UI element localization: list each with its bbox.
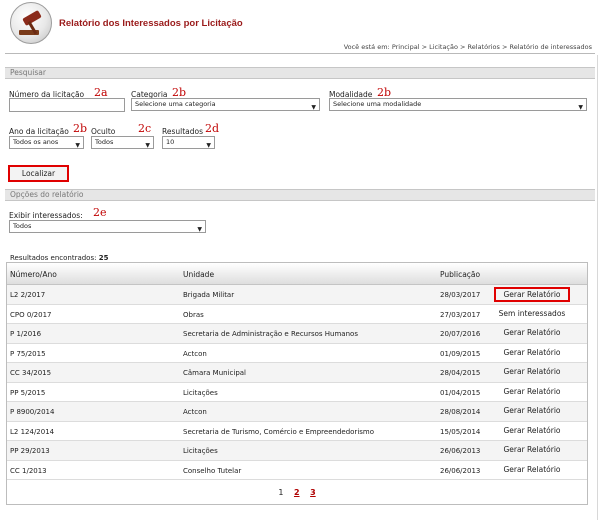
localizar-button[interactable]: Localizar <box>8 165 69 182</box>
cell-numero-ano: L2 2/2017 <box>10 291 46 299</box>
cell-unidade: Licitações <box>183 388 218 397</box>
cell-unidade: Obras <box>183 310 204 319</box>
cell-unidade: Secretaria de Administração e Recursos H… <box>183 330 358 338</box>
table-row: L2 2/2017 Brigada Militar 28/03/2017 Gerar … <box>7 285 587 305</box>
options-section-title: Opções do relatório <box>5 189 595 201</box>
chevron-down-icon: ▼ <box>578 104 583 111</box>
table-row: PP 29/2013 Licitações 26/06/2013 Gerar Rela… <box>7 441 587 461</box>
annotation-2d: 2d <box>205 122 220 135</box>
categoria-select[interactable]: Selecione uma categoria ▼ <box>131 98 320 111</box>
gerar-relatorio-button[interactable]: Gerar Relatório <box>494 365 570 380</box>
cell-publicacao: 28/08/2014 <box>440 408 481 416</box>
table-row: P 8900/2014 Actcon 28/08/2014 Gerar Relatór… <box>7 402 587 422</box>
gerar-relatorio-button[interactable]: Gerar Relatório <box>494 463 570 478</box>
gerar-relatorio-button[interactable]: Gerar Relatório <box>494 326 570 341</box>
scrollbar-track <box>597 55 598 520</box>
table-row: P 75/2015 Actcon 01/09/2015 Gerar Relatório <box>7 344 587 363</box>
numero-input[interactable] <box>9 98 125 112</box>
cell-publicacao: 28/03/2017 <box>440 291 481 299</box>
cell-numero-ano: L2 124/2014 <box>10 427 55 436</box>
gerar-relatorio-button[interactable]: Gerar Relatório <box>494 424 570 439</box>
column-publicacao: Publicação <box>440 270 481 279</box>
page-2-link[interactable]: 2 <box>294 488 300 497</box>
chevron-down-icon: ▼ <box>75 142 80 149</box>
chevron-down-icon: ▼ <box>197 226 202 233</box>
exibir-label: Exibir interessados: <box>9 211 83 220</box>
results-count-value: 25 <box>98 254 109 262</box>
page-3-link[interactable]: 3 <box>310 488 316 497</box>
pagination: 1 2 3 <box>7 488 587 497</box>
table-row: CC 34/2015 Câmara Municipal 28/04/2015 Gera… <box>7 363 587 383</box>
table-row: L2 124/2014 Secretaria de Turismo, Comérc… <box>7 422 587 441</box>
gerar-relatorio-button[interactable]: Gerar Relatório <box>494 443 570 458</box>
ano-select-value: Todos os anos <box>13 138 59 146</box>
table-row: CPO 0/2017 Obras 27/03/2017 Sem interessado… <box>7 305 587 324</box>
sem-interessados-label: Sem interessados <box>498 308 566 318</box>
cell-unidade: Actcon <box>183 349 207 358</box>
gerar-relatorio-button[interactable]: Gerar Relatório <box>494 287 570 302</box>
table-row: CC 1/2013 Conselho Tutelar 26/06/2013 Gerar… <box>7 461 587 480</box>
resultados-label: Resultados <box>162 127 204 136</box>
cell-publicacao: 15/05/2014 <box>440 427 481 436</box>
chevron-down-icon: ▼ <box>311 104 316 111</box>
resultados-select-value: 10 <box>166 138 175 146</box>
annotation-2c: 2c <box>138 122 152 135</box>
gavel-icon <box>10 2 52 44</box>
page-1-current: 1 <box>278 488 284 497</box>
table-row: PP 5/2015 Licitações 01/04/2015 Gerar Relat… <box>7 383 587 402</box>
chevron-down-icon: ▼ <box>206 142 211 149</box>
resultados-select[interactable]: 10 ▼ <box>162 136 215 149</box>
cell-publicacao: 01/04/2015 <box>440 388 481 397</box>
cell-numero-ano: P 8900/2014 <box>10 408 55 416</box>
page-header: Relatório dos Interessados por Licitação… <box>0 0 600 55</box>
page-title: Relatório dos Interessados por Licitação <box>59 18 243 29</box>
oculto-label: Oculto <box>91 127 116 136</box>
cell-numero-ano: CC 34/2015 <box>10 369 52 377</box>
oculto-select[interactable]: Todos ▼ <box>91 136 154 149</box>
cell-publicacao: 20/07/2016 <box>440 330 481 338</box>
cell-numero-ano: P 1/2016 <box>10 330 42 338</box>
exibir-select-value: Todos <box>13 222 32 230</box>
cell-numero-ano: PP 29/2013 <box>10 447 50 455</box>
cell-unidade: Licitações <box>183 447 218 455</box>
cell-publicacao: 28/04/2015 <box>440 369 481 377</box>
table-row: P 1/2016 Secretaria de Administração e Re… <box>7 324 587 344</box>
categoria-select-value: Selecione uma categoria <box>135 100 216 108</box>
cell-publicacao: 27/03/2017 <box>440 310 481 319</box>
cell-publicacao: 26/06/2013 <box>440 466 481 475</box>
cell-publicacao: 26/06/2013 <box>440 447 481 455</box>
table-header: Número/Ano Unidade Publicação <box>7 263 587 285</box>
cell-unidade: Câmara Municipal <box>183 369 247 377</box>
modalidade-select-value: Selecione uma modalidade <box>333 100 422 108</box>
cell-unidade: Actcon <box>183 408 207 416</box>
ano-select[interactable]: Todos os anos ▼ <box>9 136 84 149</box>
breadcrumb: Você está em: Principal > Licitação > Re… <box>343 43 592 51</box>
gerar-relatorio-button[interactable]: Gerar Relatório <box>494 346 570 361</box>
search-section-title: Pesquisar <box>5 67 595 79</box>
results-count-label: Resultados encontrados: <box>10 254 97 262</box>
cell-unidade: Conselho Tutelar <box>183 466 242 475</box>
oculto-select-value: Todos <box>95 138 114 146</box>
chevron-down-icon: ▼ <box>145 142 150 149</box>
annotation-2e: 2e <box>93 206 107 219</box>
annotation-2b-ano: 2b <box>73 122 88 135</box>
cell-unidade: Brigada Militar <box>183 291 235 299</box>
gerar-relatorio-button[interactable]: Gerar Relatório <box>494 404 570 419</box>
cell-numero-ano: CPO 0/2017 <box>10 310 52 319</box>
results-count: Resultados encontrados: 25 <box>10 254 108 262</box>
cell-numero-ano: PP 5/2015 <box>10 388 46 397</box>
modalidade-select[interactable]: Selecione uma modalidade ▼ <box>329 98 587 111</box>
exibir-select[interactable]: Todos ▼ <box>9 220 206 233</box>
gerar-relatorio-button[interactable]: Gerar Relatório <box>494 385 570 400</box>
column-numero-ano: Número/Ano <box>10 270 57 279</box>
cell-unidade: Secretaria de Turismo, Comércio e Empree… <box>183 427 375 436</box>
cell-publicacao: 01/09/2015 <box>440 349 481 358</box>
header-divider <box>5 53 595 54</box>
cell-numero-ano: P 75/2015 <box>10 349 46 358</box>
results-table: Número/Ano Unidade Publicação L2 2/2017 B… <box>6 262 588 505</box>
ano-label: Ano da licitação <box>9 127 69 136</box>
cell-numero-ano: CC 1/2013 <box>10 466 47 475</box>
column-unidade: Unidade <box>183 270 215 279</box>
